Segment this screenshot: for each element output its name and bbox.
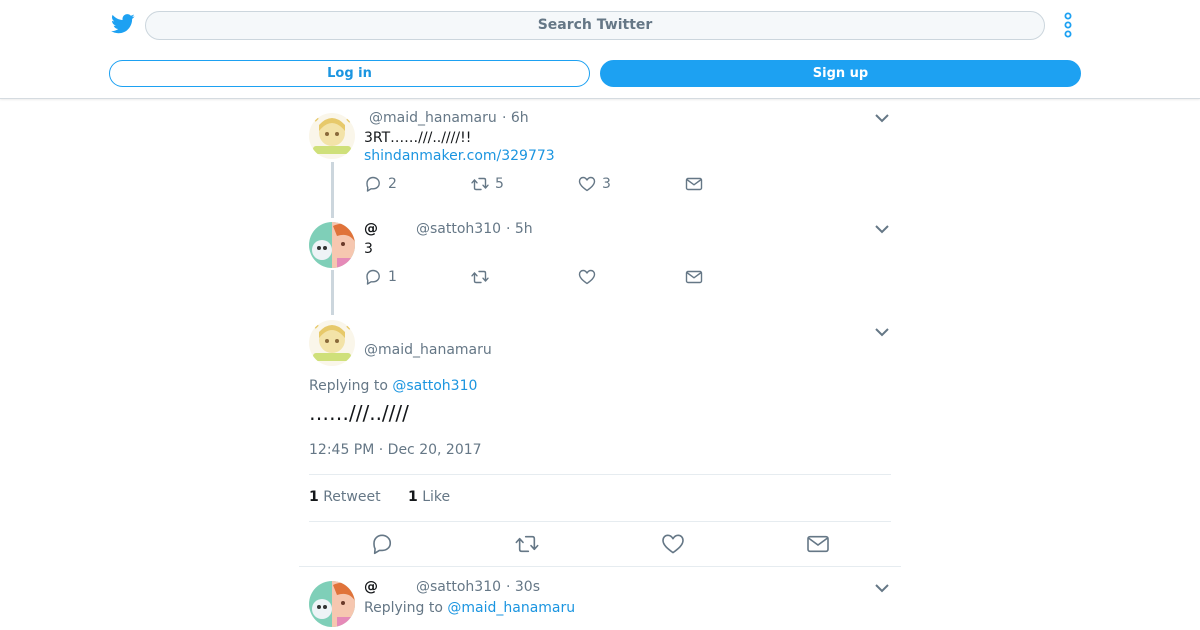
chevron-down-icon[interactable]: [875, 328, 889, 337]
reply-count: 2: [388, 176, 397, 192]
tweet-text: 3: [364, 241, 373, 257]
reply-time[interactable]: · 30s: [506, 579, 540, 596]
reply-count: 1: [388, 269, 397, 285]
reply-icon: [366, 176, 380, 192]
like-heart-icon: [578, 269, 596, 285]
avatar[interactable]: [309, 222, 355, 268]
retweet-icon[interactable]: [515, 532, 539, 556]
replying-prefix: Replying to: [364, 600, 443, 616]
tweet-display-name[interactable]: @: [364, 221, 378, 238]
top-bar: Search Twitter Log in Sign up: [0, 0, 1200, 99]
divider: [309, 521, 891, 522]
search-input[interactable]: Search Twitter: [145, 11, 1045, 40]
like-stat-label: Like: [422, 489, 451, 505]
reply-display-name[interactable]: @: [364, 579, 378, 596]
divider: [309, 474, 891, 475]
like-heart-icon[interactable]: [661, 532, 685, 556]
reply-icon[interactable]: [370, 532, 394, 556]
retweet-stat-label: Retweet: [323, 489, 381, 505]
signup-button[interactable]: Sign up: [600, 60, 1081, 87]
reply-handle[interactable]: @sattoh310: [416, 579, 501, 596]
message-action[interactable]: [685, 268, 703, 286]
like-stat[interactable]: 1 Like: [408, 489, 450, 506]
thread-connector: [331, 162, 334, 218]
tweet-time[interactable]: · 5h: [506, 221, 533, 238]
direct-message-icon: [685, 177, 703, 191]
tweet-handle[interactable]: @sattoh310: [416, 221, 501, 238]
tweet-link[interactable]: shindanmaker.com/329773: [364, 148, 555, 165]
like-action[interactable]: 3: [578, 175, 611, 193]
direct-message-icon: [685, 270, 703, 284]
divider: [299, 566, 901, 567]
retweet-action[interactable]: 5: [471, 175, 504, 193]
focused-timestamp[interactable]: 12:45 PM · Dec 20, 2017: [309, 442, 482, 459]
retweet-icon: [471, 270, 489, 284]
replying-to: Replying to @sattoh310: [309, 378, 477, 395]
login-button[interactable]: Log in: [109, 60, 590, 87]
retweet-count: 5: [495, 176, 504, 192]
reply-replying-to: Replying to @maid_hanamaru: [364, 600, 575, 617]
retweet-stat-count: 1: [309, 489, 319, 505]
reply-action[interactable]: 2: [364, 175, 397, 193]
reply-icon: [366, 269, 380, 285]
like-stat-count: 1: [408, 489, 418, 505]
twitter-bird-icon[interactable]: [111, 13, 135, 35]
replying-prefix: Replying to: [309, 378, 388, 394]
avatar[interactable]: [309, 320, 355, 366]
replying-to-link[interactable]: @maid_hanamaru: [447, 600, 575, 616]
like-count: 3: [602, 176, 611, 192]
avatar[interactable]: [309, 581, 355, 627]
tweet-time[interactable]: · 6h: [502, 110, 529, 127]
focused-text: ……///..////: [309, 401, 409, 425]
like-heart-icon: [578, 176, 596, 192]
thread-connector: [331, 270, 334, 315]
more-kebab-icon[interactable]: [1061, 12, 1075, 38]
chevron-down-icon[interactable]: [875, 114, 889, 123]
tweet-text: 3RT……///..////!!: [364, 130, 472, 146]
retweet-action[interactable]: [471, 268, 495, 286]
chevron-down-icon[interactable]: [875, 225, 889, 234]
message-action[interactable]: [685, 175, 703, 193]
retweet-icon: [471, 177, 489, 191]
like-action[interactable]: [578, 268, 602, 286]
chevron-down-icon[interactable]: [875, 584, 889, 593]
focused-handle[interactable]: @maid_hanamaru: [364, 342, 492, 359]
replying-to-link[interactable]: @sattoh310: [392, 378, 477, 394]
direct-message-icon[interactable]: [806, 532, 830, 556]
tweet-handle[interactable]: @maid_hanamaru: [369, 110, 497, 127]
avatar[interactable]: [309, 113, 355, 159]
retweet-stat[interactable]: 1 Retweet: [309, 489, 381, 506]
reply-action[interactable]: 1: [364, 268, 397, 286]
